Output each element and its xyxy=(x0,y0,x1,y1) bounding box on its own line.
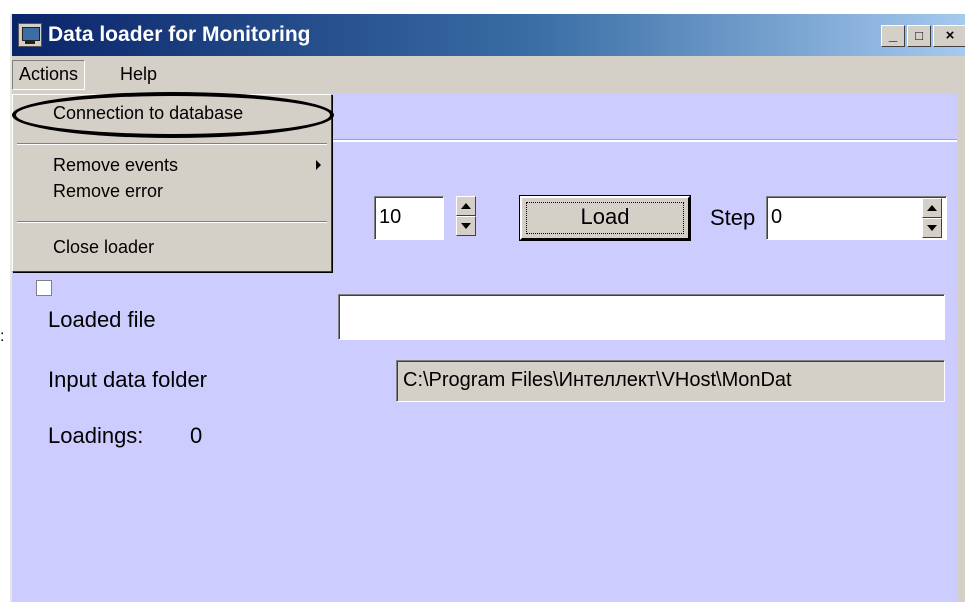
menu-actions[interactable]: Actions xyxy=(12,60,86,90)
menu-help[interactable]: Help xyxy=(114,60,163,88)
menu-item-remove-events[interactable]: Remove events xyxy=(13,151,331,179)
spinner-up-icon[interactable] xyxy=(922,198,942,218)
count-spinner[interactable] xyxy=(456,196,476,236)
spinner-down-icon[interactable] xyxy=(456,216,476,236)
edge-marker: : xyxy=(0,328,5,345)
menu-bar: Actions Help xyxy=(12,56,965,92)
menu-separator xyxy=(17,143,327,145)
step-spinner[interactable] xyxy=(922,198,942,238)
input-folder-field[interactable]: C:\Program Files\Интеллект\VHost\MonDat xyxy=(396,360,945,402)
spinner-up-icon[interactable] xyxy=(456,196,476,216)
load-button[interactable]: Load xyxy=(519,195,691,241)
title-bar: Data loader for Monitoring _ □ × xyxy=(12,14,965,56)
spinner-down-icon[interactable] xyxy=(922,218,942,238)
menu-item-remove-error[interactable]: Remove error xyxy=(13,177,331,205)
loadings-count: 0 xyxy=(190,423,203,448)
step-label: Step xyxy=(710,205,756,230)
maximize-button[interactable]: □ xyxy=(907,25,931,47)
menu-item-close-loader[interactable]: Close loader xyxy=(13,233,331,261)
close-button[interactable]: × xyxy=(933,25,965,47)
window-title: Data loader for Monitoring xyxy=(48,23,311,46)
loaded-file-label: Loaded file xyxy=(48,307,156,332)
menu-item-label: Remove events xyxy=(53,155,179,175)
load-button-label: Load xyxy=(580,204,630,229)
loadings-label: Loadings: xyxy=(48,423,144,448)
menu-separator xyxy=(17,221,327,223)
highlight-ellipse xyxy=(12,92,334,138)
checkbox[interactable] xyxy=(36,280,52,296)
input-folder-label: Input data folder xyxy=(48,367,208,392)
app-icon[interactable] xyxy=(18,23,42,47)
submenu-arrow-icon xyxy=(316,160,321,170)
minimize-button[interactable]: _ xyxy=(881,25,905,47)
count-input[interactable]: 10 xyxy=(374,196,444,240)
step-input[interactable]: 0 xyxy=(766,196,947,240)
loaded-file-field[interactable] xyxy=(338,294,945,340)
